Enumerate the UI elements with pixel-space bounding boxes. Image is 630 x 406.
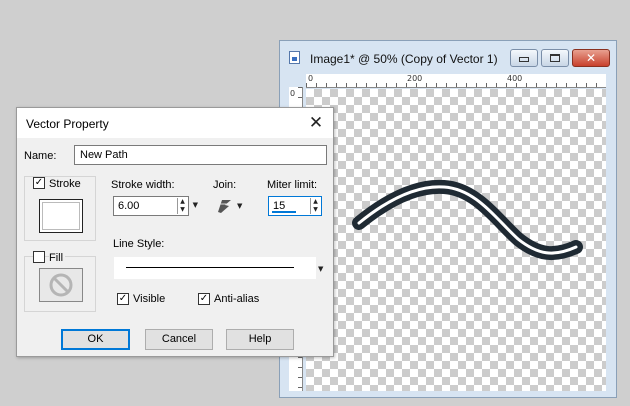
join-dropdown[interactable]: ▼: [213, 196, 245, 216]
miter-limit-label: Miter limit:: [267, 179, 318, 191]
vector-property-dialog[interactable]: Vector Property ✕ Name: New Path ✓ Strok…: [16, 107, 334, 357]
maximize-icon: [550, 54, 560, 62]
vruler-label-0: 0: [290, 89, 296, 98]
join-label: Join:: [213, 179, 237, 191]
stroke-width-value: 6.00: [118, 200, 140, 212]
cancel-button[interactable]: Cancel: [145, 329, 213, 350]
ok-button[interactable]: OK: [61, 329, 130, 350]
close-icon: ✕: [308, 113, 324, 132]
visible-checkbox[interactable]: ✓: [117, 293, 129, 305]
chevron-down-icon: ▼: [237, 202, 243, 210]
line-style-dropdown[interactable]: [114, 257, 316, 279]
vector-path-outline[interactable]: [352, 179, 583, 261]
stroke-label: Stroke: [49, 178, 83, 190]
no-fill-icon: [49, 273, 73, 297]
help-button[interactable]: Help: [226, 329, 294, 350]
stroke-width-spinner[interactable]: 6.00 ▲ ▼ ▼: [113, 196, 198, 216]
window-close-button[interactable]: ✕: [572, 49, 610, 67]
stroke-width-spin-arrows[interactable]: ▲ ▼: [177, 198, 187, 214]
miter-focus-underline: [272, 211, 296, 213]
image-canvas[interactable]: [306, 89, 606, 391]
fill-label: Fill: [49, 252, 66, 264]
dialog-titlebar[interactable]: Vector Property ✕: [17, 108, 333, 138]
maximize-button[interactable]: [541, 49, 569, 67]
anti-alias-checkbox[interactable]: ✓: [198, 293, 210, 305]
image-window-titlebar[interactable]: Image1* @ 50% (Copy of Vector 1) ✕: [280, 41, 616, 71]
visible-label: Visible: [133, 293, 166, 305]
ruler-label-200: 200: [407, 74, 423, 83]
stroke-width-label: Stroke width:: [111, 179, 175, 191]
stroke-checkbox[interactable]: ✓: [33, 177, 45, 189]
horizontal-ruler: 0 200 400: [306, 74, 606, 88]
line-style-preview: [126, 267, 294, 268]
fill-color-swatch[interactable]: [39, 268, 83, 302]
minimize-icon: [519, 57, 529, 62]
ruler-label-0: 0: [308, 74, 314, 83]
line-style-label: Line Style:: [113, 238, 165, 250]
anti-alias-label: Anti-alias: [214, 293, 260, 305]
vector-path-layer: [352, 179, 583, 261]
miter-limit-spinner[interactable]: 15 ▲ ▼: [268, 196, 322, 216]
minimize-button[interactable]: [510, 49, 538, 67]
miter-limit-spin-arrows[interactable]: ▲ ▼: [310, 198, 320, 214]
join-style-icon: [218, 200, 231, 213]
name-field[interactable]: New Path: [74, 145, 327, 165]
fill-checkbox[interactable]: [33, 251, 45, 263]
chevron-down-icon[interactable]: ▼: [193, 201, 198, 209]
close-icon: ✕: [585, 51, 597, 65]
image-window-title: Image1* @ 50% (Copy of Vector 1): [310, 52, 498, 66]
chevron-down-icon[interactable]: ▼: [318, 265, 323, 273]
ruler-label-400: 400: [507, 74, 523, 83]
dialog-title: Vector Property: [26, 117, 109, 131]
stroke-color-swatch[interactable]: [39, 199, 83, 233]
document-icon: [289, 51, 300, 64]
name-label: Name:: [24, 150, 57, 162]
dialog-close-button[interactable]: ✕: [305, 112, 327, 134]
